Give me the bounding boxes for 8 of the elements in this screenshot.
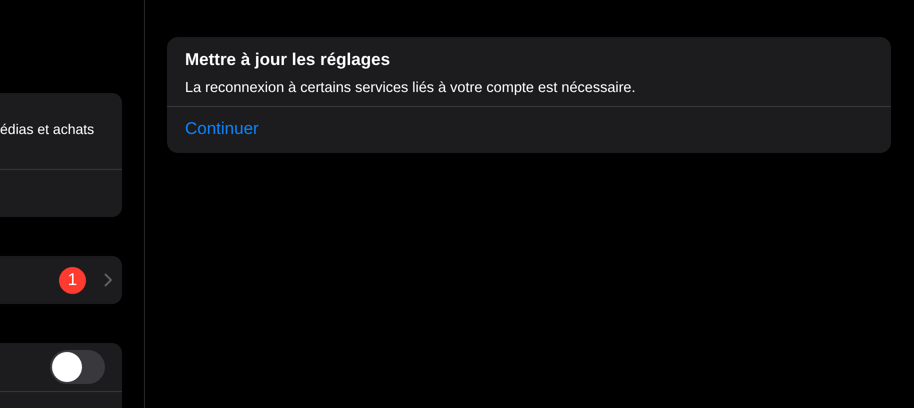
list-row[interactable]: 1 bbox=[0, 256, 122, 304]
toggle-switch[interactable] bbox=[50, 350, 105, 384]
chevron-right-icon bbox=[104, 273, 112, 287]
alert-title: Mettre à jour les réglages bbox=[184, 49, 392, 70]
alert-message: La reconnexion à certains services liés à votre compte est nécessaire. bbox=[184, 79, 637, 98]
continue-button[interactable]: Continuer bbox=[167, 106, 891, 153]
list-item-label: édias et achats bbox=[0, 120, 96, 137]
notification-badge: 1 bbox=[59, 266, 86, 294]
